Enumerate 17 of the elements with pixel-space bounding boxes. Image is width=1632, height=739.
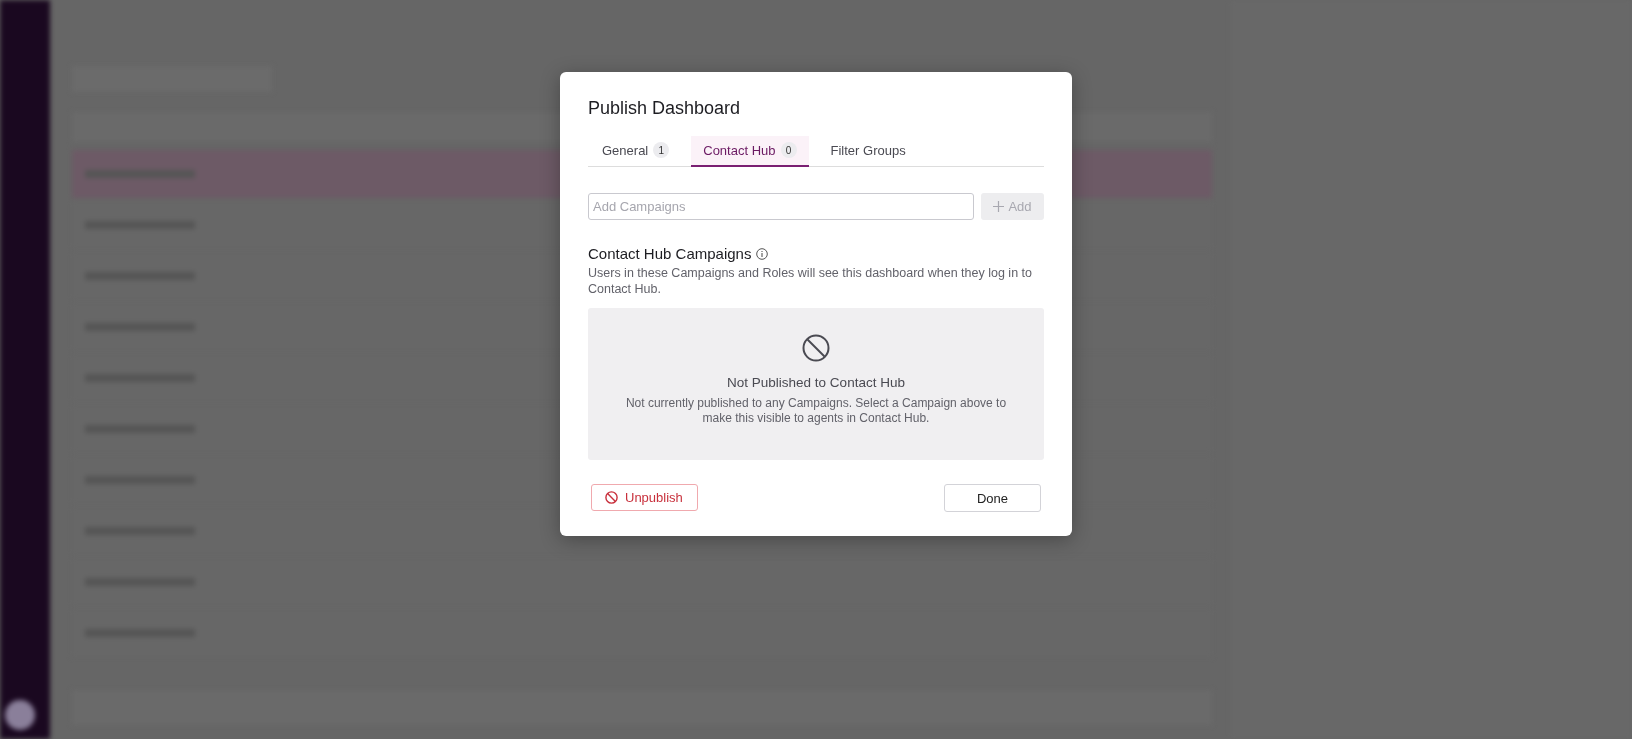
tab[interactable]: Contact Hub 0	[691, 136, 809, 167]
prohibited-icon	[605, 491, 618, 504]
empty-state-title: Not Published to Contact Hub	[727, 375, 905, 390]
done-button[interactable]: Done	[944, 484, 1041, 512]
dialog-title: Publish Dashboard	[588, 98, 742, 119]
section-title: Contact Hub Campaigns	[588, 245, 752, 262]
unpublish-button[interactable]: Unpublish	[591, 484, 698, 511]
campaign-input-field[interactable]: Add Campaigns	[588, 193, 974, 220]
count-badge: 1	[653, 142, 670, 158]
count-badge: 0	[780, 142, 797, 158]
empty-state-message: Not currently published to any Campaigns. Select a Campaign above to make this visible to agents in Contact Hub.	[624, 396, 1008, 426]
prohibited-icon	[802, 334, 830, 362]
tab[interactable]: Filter Groups	[818, 136, 918, 167]
section-description: Users in these Campaigns and Roles will see this dashboard when they log in to Contact Hub.	[588, 265, 1033, 297]
tab[interactable]: General 1	[590, 136, 682, 167]
info-icon	[756, 247, 769, 260]
plus-icon	[993, 201, 1005, 212]
